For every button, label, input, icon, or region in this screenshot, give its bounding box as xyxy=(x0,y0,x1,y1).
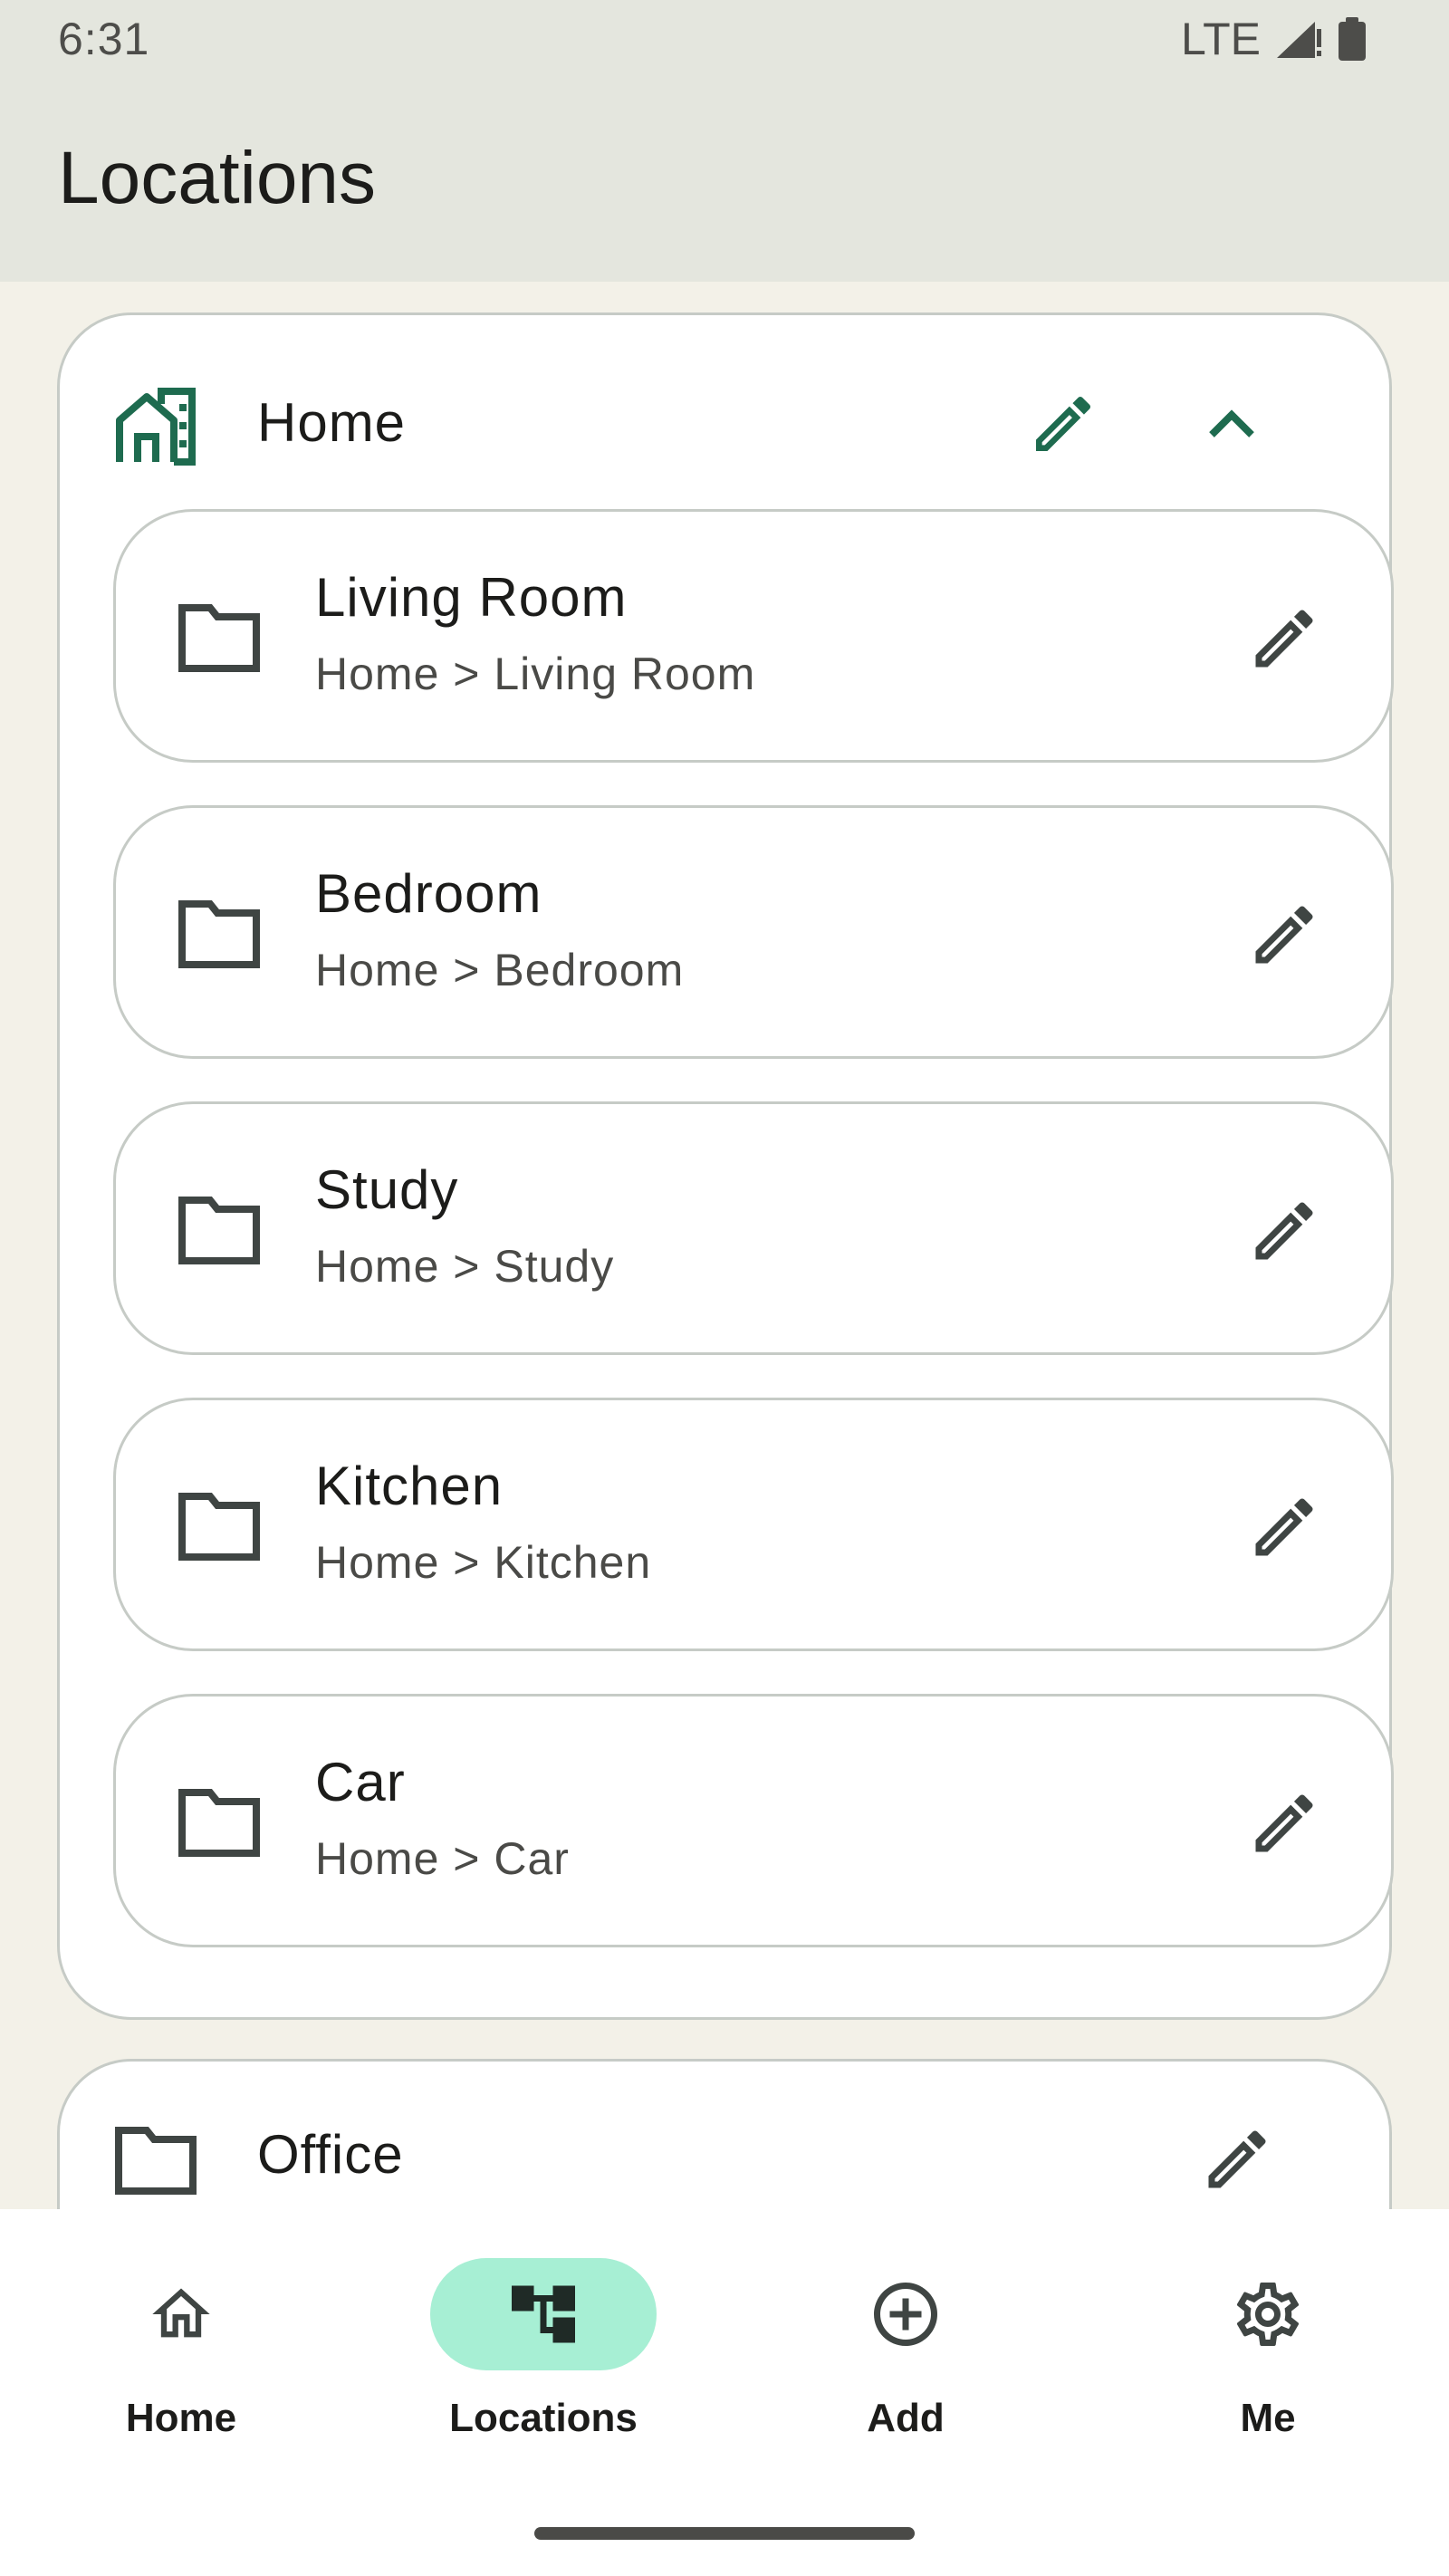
folder-icon xyxy=(115,2127,197,2195)
network-type: LTE xyxy=(1181,14,1261,64)
edit-location-button[interactable] xyxy=(1239,889,1329,980)
nav-add[interactable]: Add xyxy=(724,2258,1087,2475)
location-path: Home > Study xyxy=(315,1241,615,1292)
nav-icon-container xyxy=(792,2258,1019,2370)
pencil-icon xyxy=(1255,610,1313,668)
location-group-office[interactable]: Office xyxy=(57,2059,1392,2209)
folder-icon xyxy=(178,604,260,672)
folder-icon xyxy=(178,1789,260,1857)
locations-list[interactable]: Home Living Room Home > Living Room Bedr… xyxy=(0,282,1449,2209)
nav-icon-container xyxy=(430,2258,657,2370)
nav-home[interactable]: Home xyxy=(0,2258,362,2475)
page-title: Locations xyxy=(58,137,377,219)
location-title: Kitchen xyxy=(315,1456,504,1516)
signal-icon xyxy=(1277,22,1321,58)
edit-group-button[interactable] xyxy=(1192,2114,1282,2205)
status-icons: LTE xyxy=(1181,13,1367,65)
home-building-icon xyxy=(116,388,196,466)
location-title: Bedroom xyxy=(315,863,542,924)
nav-label: Add xyxy=(867,2396,945,2440)
edit-group-button[interactable] xyxy=(1020,380,1107,467)
group-name: Home xyxy=(257,392,407,453)
pencil-icon xyxy=(1255,1202,1313,1260)
location-item[interactable]: Kitchen Home > Kitchen xyxy=(113,1398,1394,1651)
nav-label: Home xyxy=(125,2396,237,2440)
location-path: Home > Bedroom xyxy=(315,945,685,995)
tree-icon xyxy=(512,2285,575,2343)
location-title: Living Room xyxy=(315,567,628,628)
nav-label: Me xyxy=(1240,2396,1296,2440)
folder-icon xyxy=(178,900,260,968)
chevron-up-icon xyxy=(1209,409,1254,437)
pencil-icon xyxy=(1208,2130,1266,2188)
pencil-icon xyxy=(1255,1498,1313,1556)
gear-icon xyxy=(1236,2282,1300,2346)
group-header[interactable]: Home xyxy=(60,315,1389,504)
app-bar: 6:31 LTE Locations xyxy=(0,0,1449,282)
home-indicator[interactable] xyxy=(534,2527,915,2540)
location-path: Home > Car xyxy=(315,1833,570,1884)
pencil-icon xyxy=(1255,1794,1313,1852)
location-item[interactable]: Bedroom Home > Bedroom xyxy=(113,805,1394,1059)
location-path: Home > Living Room xyxy=(315,649,756,699)
folder-icon xyxy=(178,1197,260,1264)
edit-location-button[interactable] xyxy=(1239,1186,1329,1276)
pencil-icon xyxy=(1255,906,1313,964)
location-title: Study xyxy=(315,1159,459,1220)
location-title: Car xyxy=(315,1752,406,1812)
battery-icon xyxy=(1339,17,1366,61)
collapse-button[interactable] xyxy=(1188,380,1275,467)
group-name: Office xyxy=(257,2124,404,2185)
location-path: Home > Kitchen xyxy=(315,1537,652,1588)
add-circle-icon xyxy=(874,2283,937,2346)
nav-me[interactable]: Me xyxy=(1087,2258,1449,2475)
nav-locations[interactable]: Locations xyxy=(362,2258,724,2475)
nav-label: Locations xyxy=(449,2396,638,2440)
edit-location-button[interactable] xyxy=(1239,1778,1329,1869)
home-icon xyxy=(152,2288,210,2338)
location-group-home: Home Living Room Home > Living Room Bedr… xyxy=(57,312,1394,2020)
location-item[interactable]: Living Room Home > Living Room xyxy=(113,509,1394,763)
nav-icon-container xyxy=(68,2258,294,2370)
edit-location-button[interactable] xyxy=(1239,593,1329,684)
nav-icon-container xyxy=(1155,2258,1381,2370)
pencil-icon xyxy=(1036,396,1091,451)
bottom-navigation: Home Locations Add Me xyxy=(0,2209,1449,2576)
location-item[interactable]: Study Home > Study xyxy=(113,1101,1394,1355)
status-time: 6:31 xyxy=(58,14,150,64)
location-item[interactable]: Car Home > Car xyxy=(113,1694,1394,1947)
folder-icon xyxy=(178,1493,260,1561)
edit-location-button[interactable] xyxy=(1239,1482,1329,1572)
group-header[interactable]: Office xyxy=(60,2062,1389,2209)
